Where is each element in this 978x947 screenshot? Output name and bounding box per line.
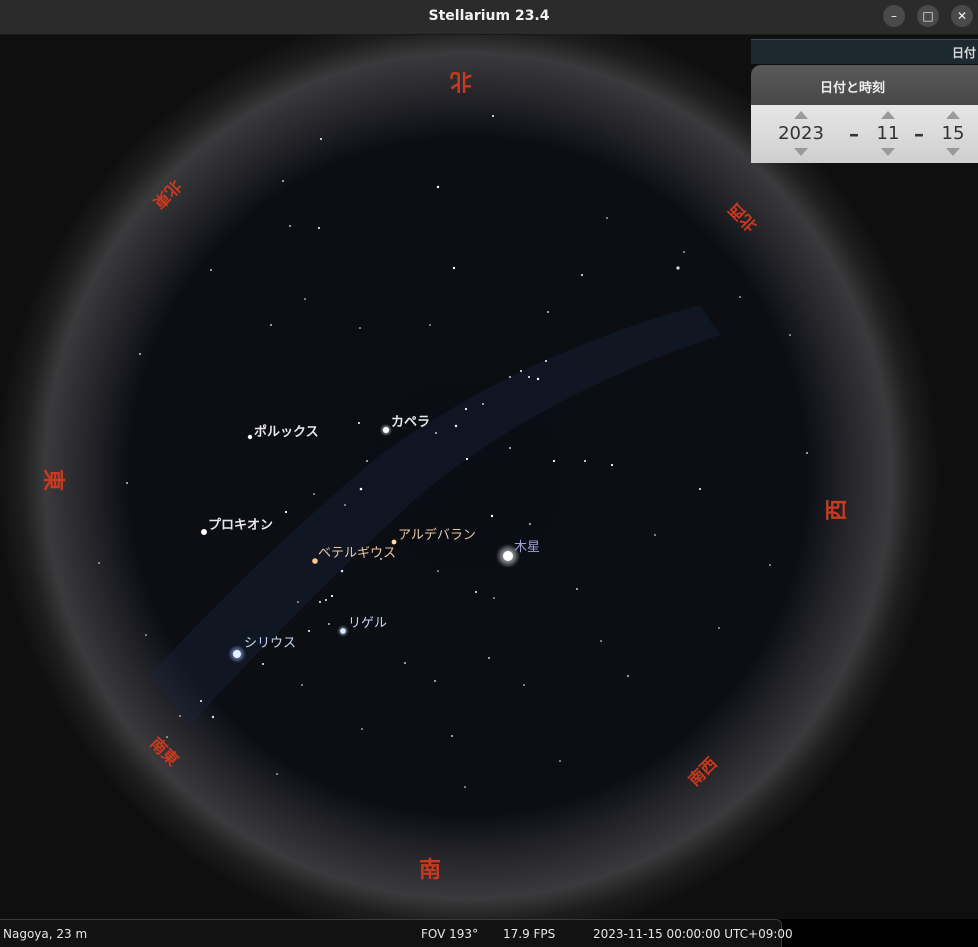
aldebaran-star[interactable] xyxy=(391,539,397,545)
location-text[interactable]: Nagoya, 23 m xyxy=(3,927,87,941)
title-bar: Stellarium 23.4 – □ ✕ xyxy=(0,0,978,35)
year-up-arrow-icon[interactable] xyxy=(794,111,808,119)
sky-view[interactable]: ポルックス カペラ プロキオン アルデバラン ベテルギウス 木星 リゲル シリウ… xyxy=(0,35,978,919)
close-button[interactable]: ✕ xyxy=(951,5,973,27)
date-panel-header[interactable]: 日付と時刻 xyxy=(751,65,978,105)
date-strip-label: 日付 xyxy=(951,46,976,60)
procyon-label: プロキオン xyxy=(208,518,273,533)
day-value[interactable]: 15 xyxy=(937,123,969,144)
sirius-star[interactable] xyxy=(233,650,241,658)
rigel-label: リゲル xyxy=(348,616,387,631)
jupiter-label: 木星 xyxy=(514,540,540,555)
capella-label: カペラ xyxy=(391,415,430,430)
maximize-button[interactable]: □ xyxy=(917,5,939,27)
pollux-star[interactable] xyxy=(247,434,253,440)
betelgeuse-star[interactable] xyxy=(312,558,318,564)
month-spinner[interactable]: 11 xyxy=(873,105,903,163)
rigel-star[interactable] xyxy=(340,628,346,634)
day-down-arrow-icon[interactable] xyxy=(946,148,960,156)
aldebaran-label: アルデバラン xyxy=(398,527,476,543)
date-panel-title: 日付と時刻 xyxy=(819,81,885,96)
datetime-text[interactable]: 2023-11-15 00:00:00 UTC+09:00 xyxy=(593,927,793,941)
minimize-button[interactable]: – xyxy=(883,5,905,27)
jupiter-planet[interactable] xyxy=(503,551,513,561)
window-title: Stellarium 23.4 xyxy=(428,8,550,24)
procyon-star[interactable] xyxy=(201,529,207,535)
month-up-arrow-icon[interactable] xyxy=(881,111,895,119)
direction-west: 西 xyxy=(825,499,850,521)
month-value[interactable]: 11 xyxy=(873,123,903,144)
day-spinner[interactable]: 15 xyxy=(937,105,969,163)
date-time-panel: 日付 日付と時刻 2023 – 11 – 15 xyxy=(751,39,978,163)
direction-east: 東 xyxy=(40,469,65,491)
date-panel-body: 2023 – 11 – 15 xyxy=(751,105,978,163)
date-separator-1: – xyxy=(849,122,859,146)
month-down-arrow-icon[interactable] xyxy=(881,148,895,156)
sky-dome xyxy=(0,35,938,919)
date-strip: 日付 xyxy=(751,39,978,64)
fps-text: 17.9 FPS xyxy=(503,927,556,941)
sirius-label: シリウス xyxy=(244,636,296,651)
pollux-label: ポルックス xyxy=(254,424,319,440)
capella-star[interactable] xyxy=(383,427,389,433)
year-spinner[interactable]: 2023 xyxy=(773,105,829,163)
day-up-arrow-icon[interactable] xyxy=(946,111,960,119)
fov-text: FOV 193° xyxy=(421,927,479,941)
betelgeuse-label: ベテルギウス xyxy=(318,546,396,561)
year-down-arrow-icon[interactable] xyxy=(794,148,808,156)
date-separator-2: – xyxy=(914,122,924,146)
direction-north: 北 xyxy=(450,68,472,93)
year-value[interactable]: 2023 xyxy=(773,123,829,144)
direction-south: 南 xyxy=(419,858,441,883)
sky-canvas[interactable]: ポルックス カペラ プロキオン アルデバラン ベテルギウス 木星 リゲル シリウ… xyxy=(0,35,978,919)
status-bar: Nagoya, 23 m FOV 193° 17.9 FPS 2023-11-1… xyxy=(0,919,793,947)
